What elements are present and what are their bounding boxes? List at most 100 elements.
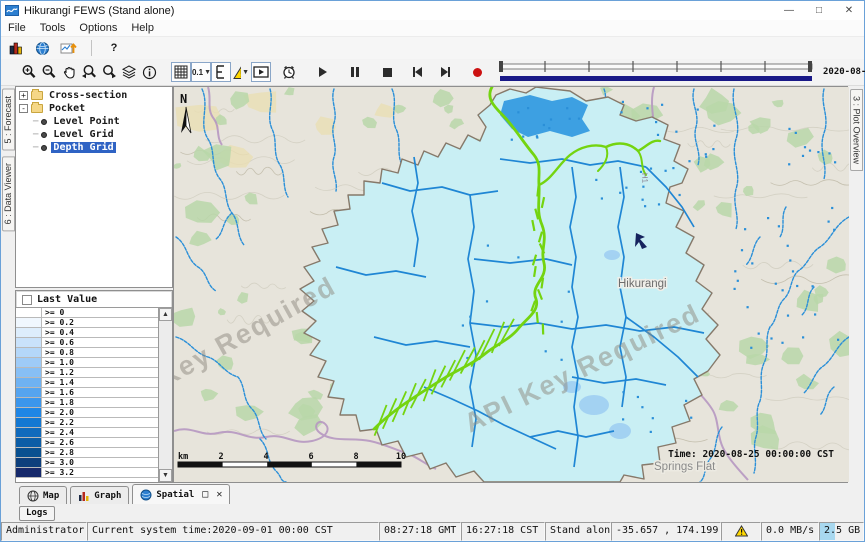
help-icon[interactable]: ?: [104, 38, 124, 58]
layers-icon[interactable]: [119, 62, 139, 82]
title-bar: Hikurangi FEWS (Stand alone) — □ ✕: [1, 1, 864, 20]
skip-start-button[interactable]: [407, 62, 427, 82]
legend-row[interactable]: >= 1.0: [16, 358, 158, 368]
legend-label: >= 0.8: [42, 348, 158, 357]
legend-row[interactable]: >= 1.4: [16, 378, 158, 388]
timer-icon[interactable]: [279, 62, 299, 82]
skip-end-button[interactable]: [435, 62, 455, 82]
threshold-value: 0.1: [192, 68, 203, 77]
tree-node-pocket[interactable]: - Pocket: [19, 102, 172, 115]
tree-node-label: Level Point: [51, 116, 121, 127]
pan-hand-icon[interactable]: [59, 62, 79, 82]
legend-row[interactable]: >= 1.6: [16, 388, 158, 398]
svg-text:8: 8: [353, 452, 358, 462]
animation-icon[interactable]: [251, 62, 271, 82]
svg-text:6: 6: [308, 452, 313, 462]
main-toolbar: ?: [1, 37, 864, 59]
timeseries-export-icon[interactable]: [58, 38, 79, 58]
tree-node-level-grid[interactable]: ─ Level Grid: [19, 128, 172, 141]
legend-swatch: [16, 418, 42, 427]
chevron-down-icon: ▼: [242, 69, 249, 76]
status-system-time: Current system time:2020-09-01 00:00 CST: [87, 522, 379, 541]
legend-swatch: [16, 368, 42, 377]
info-icon[interactable]: [139, 62, 159, 82]
zoom-in-icon[interactable]: [19, 62, 39, 82]
pause-button[interactable]: [345, 62, 365, 82]
zoom-next-icon[interactable]: [99, 62, 119, 82]
place-label-hikurangi: Hikurangi: [618, 278, 667, 290]
grid-display-icon[interactable]: [171, 62, 191, 82]
tab-map-label: Map: [43, 491, 59, 501]
legend-label: >= 1.6: [42, 388, 158, 397]
legend-swatch: [16, 328, 42, 337]
scroll-down-icon[interactable]: ▼: [159, 469, 172, 482]
last-value-checkbox[interactable]: [22, 295, 32, 305]
menu-options[interactable]: Options: [79, 22, 117, 34]
scale-unit: km: [178, 452, 188, 462]
record-button[interactable]: [467, 62, 487, 82]
legend-swatch: [16, 458, 42, 467]
zoom-previous-icon[interactable]: [79, 62, 99, 82]
tab-data-viewer[interactable]: 6 : Data Viewer: [2, 156, 15, 231]
bar-chart-icon: [78, 490, 90, 502]
window-title: Hikurangi FEWS (Stand alone): [24, 5, 174, 17]
legend-label: >= 3.2: [42, 468, 158, 477]
legend-swatch: [16, 398, 42, 407]
legend-row[interactable]: >= 3.2: [16, 468, 158, 478]
close-button[interactable]: ✕: [834, 1, 864, 20]
legend-row[interactable]: >= 0.8: [16, 348, 158, 358]
globe-icon[interactable]: [32, 38, 52, 58]
scroll-up-icon[interactable]: ▲: [159, 308, 172, 321]
longitudinal-profile-icon[interactable]: [211, 62, 231, 82]
maximize-button[interactable]: □: [804, 1, 834, 20]
legend-row[interactable]: >= 2.8: [16, 448, 158, 458]
tab-graph[interactable]: Graph: [70, 486, 129, 504]
svg-text:2: 2: [218, 452, 223, 462]
legend-row[interactable]: >= 2.0: [16, 408, 158, 418]
map-view[interactable]: API Key Required API Key Required Hikura…: [173, 86, 848, 483]
expander-icon[interactable]: -: [19, 104, 28, 113]
logs-button[interactable]: Logs: [19, 506, 55, 521]
tab-map[interactable]: Map: [19, 486, 67, 504]
status-user: Administrator: [1, 522, 87, 541]
tree-connector: ─: [33, 130, 38, 140]
tree-node-cross-section[interactable]: + Cross-section: [19, 89, 172, 102]
menu-help[interactable]: Help: [131, 22, 154, 34]
tab-spatial[interactable]: Spatial □ ✕: [132, 484, 230, 504]
classbreaks-dropdown[interactable]: 0.1 ▼: [191, 62, 211, 82]
zoom-out-icon[interactable]: [39, 62, 59, 82]
tree-node-depth-grid[interactable]: ─ Depth Grid: [19, 141, 172, 154]
tab-close-icon[interactable]: ✕: [216, 489, 222, 500]
database-icon[interactable]: [6, 38, 26, 58]
legend-row[interactable]: >= 2.2: [16, 418, 158, 428]
legend-row[interactable]: >= 2.6: [16, 438, 158, 448]
tab-maximize-icon[interactable]: □: [202, 489, 208, 500]
play-button[interactable]: [313, 62, 333, 82]
legend-row[interactable]: >= 0.4: [16, 328, 158, 338]
legend-row[interactable]: >= 0.2: [16, 318, 158, 328]
legend-row[interactable]: >= 3.0: [16, 458, 158, 468]
legend-row[interactable]: >= 1.8: [16, 398, 158, 408]
tab-forecast[interactable]: 5 : Forecast: [2, 89, 15, 151]
tab-plot-overview[interactable]: 3 : Plot Overview: [850, 89, 863, 171]
globe-wire-icon: [27, 490, 39, 502]
legend-scrollbar[interactable]: ▲ ▼: [159, 308, 172, 482]
minimize-button[interactable]: —: [774, 1, 804, 20]
tree-node-label: Level Grid: [51, 129, 115, 140]
legend-row[interactable]: >= 1.2: [16, 368, 158, 378]
stop-button[interactable]: [377, 62, 397, 82]
expander-icon[interactable]: +: [19, 91, 28, 100]
scroll-track[interactable]: [159, 321, 172, 469]
menu-file[interactable]: File: [8, 22, 26, 34]
legend-row[interactable]: >= 2.4: [16, 428, 158, 438]
thresholds-warning-dropdown[interactable]: ▼: [231, 62, 251, 82]
menu-tools[interactable]: Tools: [40, 22, 66, 34]
legend-swatch: [16, 378, 42, 387]
legend-label: >= 0.2: [42, 318, 158, 327]
legend-row[interactable]: >= 0.6: [16, 338, 158, 348]
time-slider[interactable]: [497, 60, 817, 84]
tree-node-level-point[interactable]: ─ Level Point: [19, 115, 172, 128]
legend-swatch: [16, 308, 42, 317]
legend-row[interactable]: >= 0: [16, 308, 158, 318]
status-warning-cell[interactable]: [721, 522, 761, 541]
